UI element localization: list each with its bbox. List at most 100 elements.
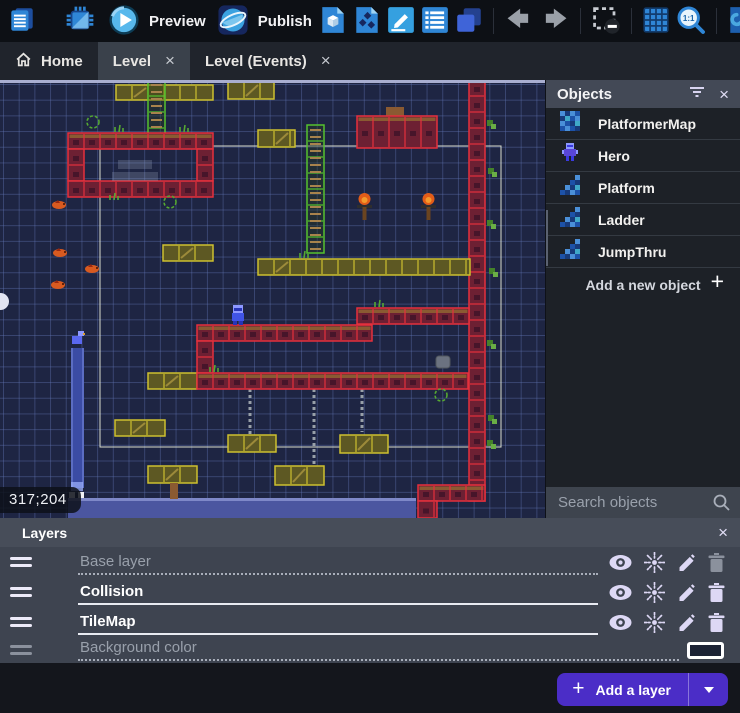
add-layer-button-group: + Add a layer xyxy=(557,673,728,706)
bottom-bar: + Add a layer xyxy=(0,663,740,713)
toggle-grid-button[interactable] xyxy=(639,3,673,40)
home-icon xyxy=(15,51,32,71)
drag-handle-icon[interactable] xyxy=(10,645,32,655)
scene-properties-button[interactable] xyxy=(384,3,418,40)
list-icon xyxy=(420,5,450,38)
add-object-row[interactable]: Add a new object + xyxy=(546,268,740,301)
object-search xyxy=(546,487,740,518)
preview-button[interactable]: Preview xyxy=(105,1,208,42)
preview-label: Preview xyxy=(149,13,206,30)
add-layer-button[interactable]: + Add a layer xyxy=(557,673,688,706)
close-tab-icon[interactable]: × xyxy=(321,51,331,71)
tab-home[interactable]: Home xyxy=(0,42,98,80)
layer-name-field[interactable]: TileMap xyxy=(78,613,598,635)
objects-editor-button[interactable] xyxy=(316,3,350,40)
edit-layer-icon[interactable] xyxy=(676,612,696,632)
object-item-jumpthru[interactable]: JumpThru xyxy=(546,236,740,268)
effects-icon[interactable] xyxy=(644,552,665,573)
scene-render xyxy=(0,80,545,518)
delete-layer-icon[interactable] xyxy=(707,552,726,573)
tilemap-full-icon xyxy=(558,109,582,138)
close-objects-panel-icon[interactable]: × xyxy=(719,86,729,103)
project-manager-button[interactable] xyxy=(5,3,39,40)
object-page-icon xyxy=(318,5,348,38)
layer-name-field[interactable]: Background color xyxy=(78,639,679,661)
add-layer-dropdown-button[interactable] xyxy=(688,673,728,706)
layer-row-background-color: Background color xyxy=(0,637,740,663)
layer-list: Base layer Collision TileMap Background col… xyxy=(0,547,740,663)
object-label: JumpThru xyxy=(598,244,666,260)
object-item-hero[interactable]: Hero xyxy=(546,140,740,172)
toolbar-divider xyxy=(716,8,717,34)
debugger-button[interactable] xyxy=(61,1,99,42)
drag-handle-icon[interactable] xyxy=(10,617,32,627)
search-objects-input[interactable] xyxy=(546,487,740,518)
visibility-eye-icon[interactable] xyxy=(608,554,633,571)
layers-panel-header: Layers × xyxy=(0,518,740,547)
clear-selection-button[interactable] xyxy=(588,2,624,41)
layers-icon xyxy=(454,5,484,38)
objects-panel-scrollbar[interactable] xyxy=(546,210,548,266)
edit-pencil-icon xyxy=(386,5,416,38)
objects-panel-header: Objects × xyxy=(546,80,740,108)
plus-icon: + xyxy=(572,678,584,699)
toolbar-divider xyxy=(580,8,581,34)
add-layer-label: Add a layer xyxy=(596,682,671,698)
filter-icon[interactable] xyxy=(689,85,705,103)
grid-icon xyxy=(641,5,671,38)
layer-name-field[interactable]: Collision xyxy=(78,583,598,605)
layer-actions xyxy=(608,582,726,603)
layer-row-base-layer: Base layer xyxy=(0,547,740,577)
layer-actions xyxy=(608,612,726,633)
redo-button[interactable] xyxy=(537,2,573,41)
close-layers-panel-icon[interactable]: × xyxy=(718,524,728,541)
play-icon xyxy=(107,3,141,40)
cursor-coordinates: 317;204 xyxy=(0,487,81,513)
object-list: PlatformerMap HeroPlatformLadder JumpThru xyxy=(546,108,740,268)
drag-handle-icon[interactable] xyxy=(10,557,32,567)
object-label: PlatformerMap xyxy=(598,116,696,132)
drag-handle-icon[interactable] xyxy=(10,587,32,597)
horizontal-scrollbar[interactable] xyxy=(0,80,545,83)
delete-layer-icon[interactable] xyxy=(707,612,726,633)
object-groups-button[interactable] xyxy=(350,3,384,40)
scene-canvas[interactable]: 317;204 xyxy=(0,80,545,518)
redo-icon xyxy=(539,4,571,39)
object-groups-icon xyxy=(352,5,382,38)
effects-icon[interactable] xyxy=(644,582,665,603)
edit-layer-icon[interactable] xyxy=(676,552,696,572)
visibility-eye-icon[interactable] xyxy=(608,584,633,601)
zoom-1-1-button[interactable]: 1:1 xyxy=(673,2,709,41)
tab-label: Home xyxy=(41,53,83,70)
tab-level[interactable]: Level × xyxy=(98,42,190,80)
main-area: 317;204 Objects × PlatformerMap HeroPlatf… xyxy=(0,80,740,518)
tilemap-icon xyxy=(558,237,582,266)
effects-icon[interactable] xyxy=(644,612,665,633)
layer-name: TileMap xyxy=(78,613,136,630)
deselect-icon xyxy=(590,4,622,39)
layer-row-tilemap: TileMap xyxy=(0,607,740,637)
layers-editor-button[interactable] xyxy=(452,3,486,40)
layer-name-field[interactable]: Base layer xyxy=(78,553,598,575)
object-item-platformermap[interactable]: PlatformerMap xyxy=(546,108,740,140)
tab-label: Level xyxy=(113,53,151,70)
layers-panel: Layers × Base layer Collision TileMap Backg… xyxy=(0,518,740,663)
delete-layer-icon[interactable] xyxy=(707,582,726,603)
object-item-platform[interactable]: Platform xyxy=(546,172,740,204)
instances-list-button[interactable] xyxy=(418,3,452,40)
close-tab-icon[interactable]: × xyxy=(165,51,175,71)
svg-text:1:1: 1:1 xyxy=(683,13,695,22)
tab-label: Level (Events) xyxy=(205,53,307,70)
undo-button[interactable] xyxy=(501,2,537,41)
visibility-eye-icon[interactable] xyxy=(608,614,633,631)
extra-tools-button[interactable] xyxy=(724,3,740,40)
publish-button[interactable]: Publish xyxy=(214,1,314,42)
edit-layer-icon[interactable] xyxy=(676,582,696,602)
background-color-swatch[interactable] xyxy=(687,642,724,659)
tab-level-events[interactable]: Level (Events) × xyxy=(190,42,346,80)
object-item-ladder[interactable]: Ladder xyxy=(546,204,740,236)
publish-icon xyxy=(216,3,250,40)
toolbar-divider xyxy=(631,8,632,34)
layer-row-collision: Collision xyxy=(0,577,740,607)
layer-name: Collision xyxy=(78,583,143,600)
